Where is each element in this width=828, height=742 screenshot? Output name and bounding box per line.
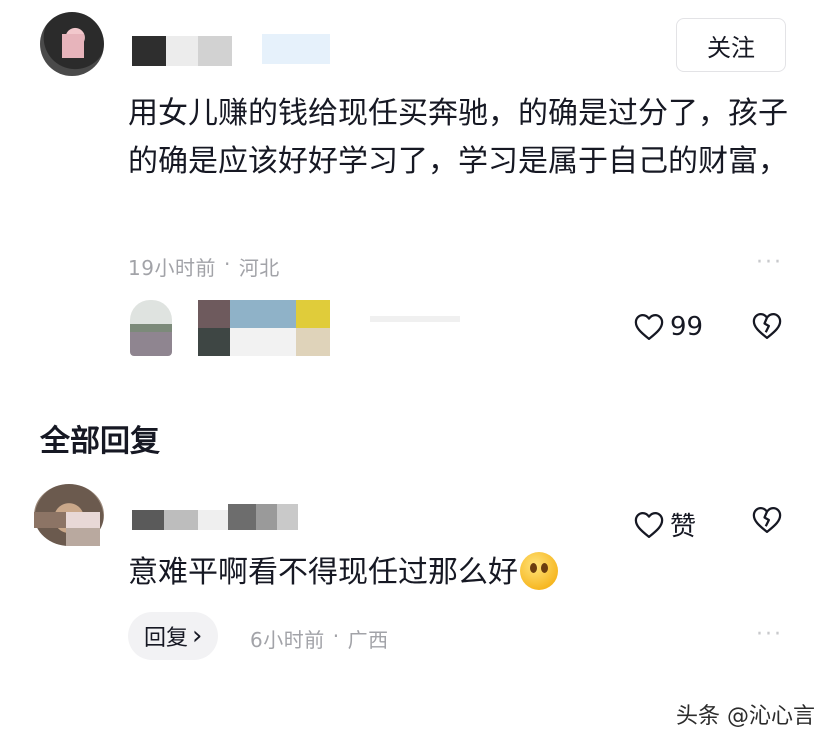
username-blur[interactable] [164,510,198,530]
shushing-face-emoji [520,551,558,590]
like-button[interactable]: 99 [634,312,703,342]
all-replies-title: 全部回复 [40,424,160,459]
avatar-mosaic [62,34,84,58]
avatar-mosaic [66,512,100,528]
image-thumbnail[interactable] [198,300,330,356]
username-badge-blur [262,34,330,64]
comment-meta: 19小时前 · 河北 [128,252,280,281]
username-blur[interactable] [198,510,228,530]
reply-like-label: 赞 [670,512,697,542]
more-options-icon[interactable]: ··· [756,622,783,647]
like-count: 99 [670,312,704,342]
reply-text: 意难平啊看不得现任过那么好 [128,555,518,590]
chevron-right-icon: › [192,621,203,651]
reply-time: 6小时前 [250,628,325,652]
username-blur[interactable] [132,36,166,66]
comment-location: 河北 [238,256,280,280]
meta-separator: · [223,252,231,276]
username-blur[interactable] [166,36,198,66]
watermark: 头条 @沁心言 [676,704,815,729]
follow-button[interactable]: 关注 [676,18,786,72]
meta-separator: · [332,624,340,648]
username-blur[interactable] [198,36,232,66]
comment-time: 19小时前 [128,256,216,280]
username-blur[interactable] [228,504,298,530]
image-thumbnail[interactable] [130,300,172,356]
avatar-mosaic [34,512,66,528]
broken-heart-icon [752,507,782,533]
dislike-button[interactable] [752,312,782,344]
comment-text: 用女儿赚的钱给现任买奔驰，的确是过分了，孩子的确是应该好好学习了，学习是属于自己… [128,96,788,179]
reply-meta: 6小时前 · 广西 [250,624,389,653]
image-thumbnail[interactable] [370,316,460,322]
avatar-mosaic [66,528,100,546]
reply-dislike-button[interactable] [752,506,782,538]
username-blur[interactable] [132,510,164,530]
more-options-icon[interactable]: ··· [756,250,783,275]
heart-icon [634,314,664,340]
reply-location: 广西 [347,628,389,652]
heart-icon [634,511,664,538]
reply-text-container: 意难平啊看不得现任过那么好 [128,550,558,596]
broken-heart-icon [752,313,782,339]
commenter-avatar[interactable] [40,12,104,76]
reply-button-label: 回复 [144,626,189,651]
reply-button[interactable]: 回复 › [128,612,219,660]
reply-like-button[interactable]: 赞 [634,506,696,543]
